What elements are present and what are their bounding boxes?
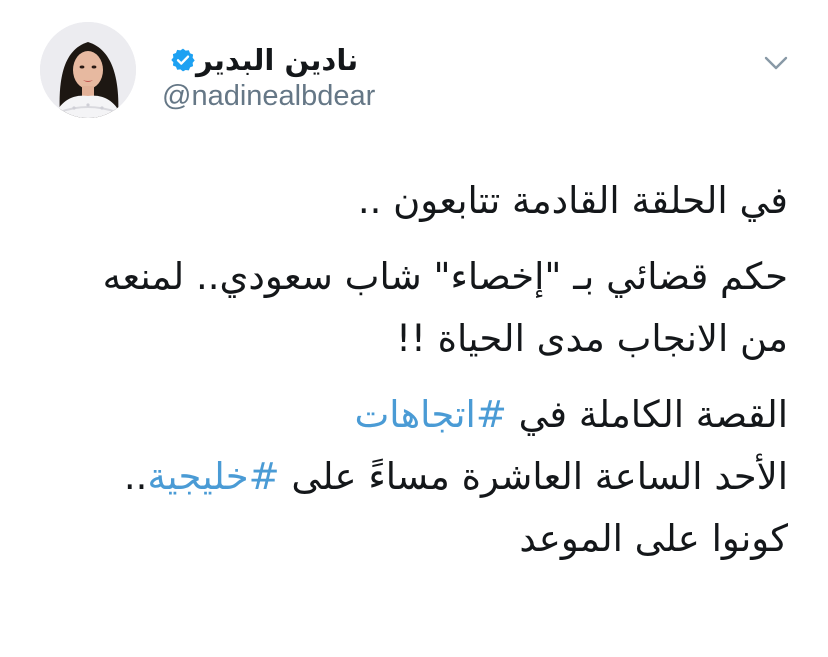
display-name[interactable]: نادين البدير [196,43,358,77]
tweet-line-text: حكم قضائي بـ "إخصاء" شاب سعودي.. لمنعه [102,255,788,298]
tweet-line: من الانجاب مدى الحياة !! [28,308,788,370]
display-name-row[interactable]: نادين البدير [162,40,382,80]
hashtag-link[interactable]: #اتجاهات [354,393,506,436]
profile-photo-icon [40,22,136,118]
tweet-line-text: من الانجاب مدى الحياة !! [396,317,788,360]
tweet-line: كونوا على الموعد [28,508,788,570]
tweet-line-text: .. [123,455,148,498]
verified-badge-icon [171,48,195,72]
chevron-down-icon [764,56,788,70]
tweet-line: الأحد الساعة العاشرة مساءً على #خليجية.. [28,446,788,508]
hashtag-link[interactable]: #خليجية [147,455,279,498]
tweet-header: نادين البدير @nadinealbdear [0,0,828,150]
tweet-text: في الحلقة القادمة تتابعون .. حكم قضائي ب… [28,170,788,570]
tweet-line-text: القصة الكاملة في [506,393,788,436]
avatar[interactable] [40,22,136,118]
tweet-line-text: الأحد الساعة العاشرة مساءً على [279,455,788,498]
tweet-line-text: كونوا على الموعد [519,517,788,560]
tweet-line: في الحلقة القادمة تتابعون .. [28,170,788,232]
user-handle[interactable]: @nadinealbdear [162,80,375,113]
tweet-line: القصة الكاملة في #اتجاهات [28,384,788,446]
tweet-line: حكم قضائي بـ "إخصاء" شاب سعودي.. لمنعه [28,246,788,308]
tweet-line-text: في الحلقة القادمة تتابعون .. [357,179,788,222]
tweet-menu-button[interactable] [760,50,792,76]
